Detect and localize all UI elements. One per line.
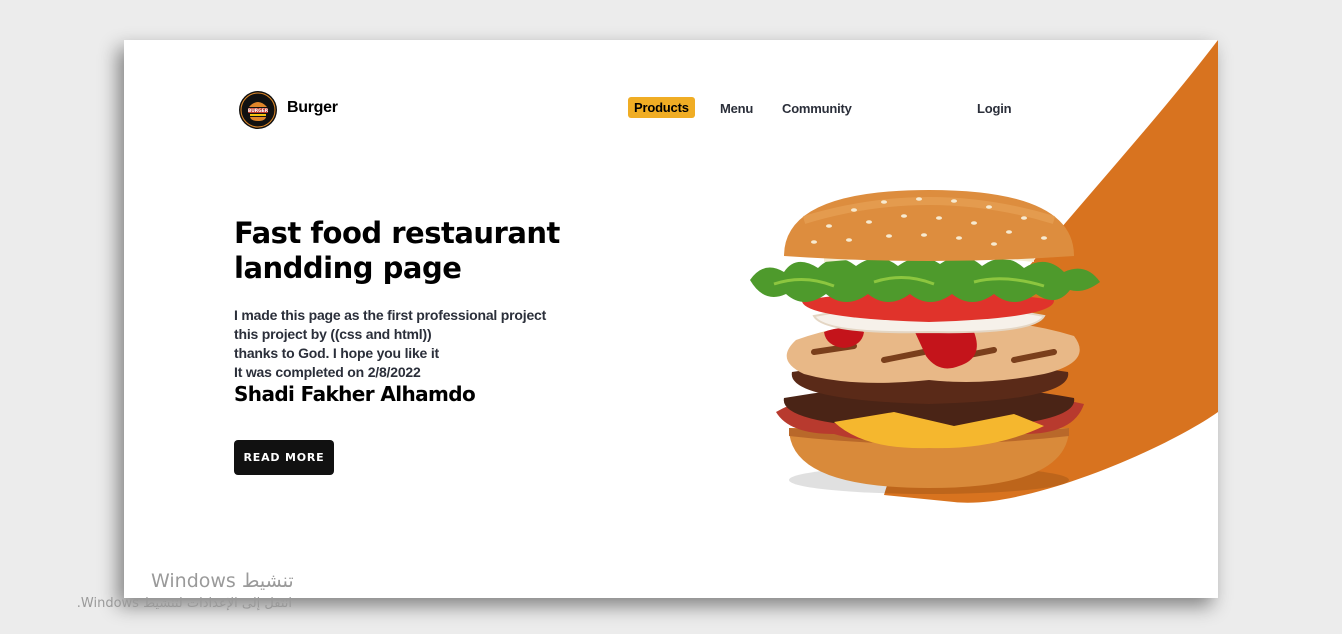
nav-login[interactable]: Login [977, 101, 1012, 116]
hero-line: It was completed on 2/8/2022 [234, 364, 421, 380]
read-more-button[interactable]: READ MORE [234, 440, 334, 475]
nav-menu[interactable]: Menu [720, 101, 753, 116]
logo-text: BURGER [248, 108, 269, 114]
nav-community[interactable]: Community [782, 101, 852, 116]
windows-activation-title: تنشيط Windows [151, 570, 294, 592]
hero-title-line2: landding page [234, 251, 462, 285]
windows-activation-subtitle: انتقل إلى الإعدادات لتنشيط Windows. [76, 596, 292, 611]
hero-line: I made this page as the first profession… [234, 307, 547, 323]
hero-description: I made this page as the first profession… [234, 306, 546, 382]
landing-page-window: BURGER Burger Products Menu Community Lo… [124, 40, 1218, 598]
author-name: Shadi Fakher Alhamdo [234, 382, 476, 406]
login-button-outline[interactable] [1060, 98, 1087, 120]
hero-title: Fast food restaurant landding page [234, 216, 574, 286]
hero-title-line1: Fast food restaurant [234, 216, 560, 250]
hero-line: this project by ((css and html)) [234, 326, 432, 342]
brand-name[interactable]: Burger [287, 99, 338, 117]
burger-image [750, 190, 1100, 494]
nav-products[interactable]: Products [628, 97, 695, 118]
hero-line: thanks to God. I hope you like it [234, 345, 439, 361]
burger-logo-icon[interactable]: BURGER [238, 90, 278, 130]
